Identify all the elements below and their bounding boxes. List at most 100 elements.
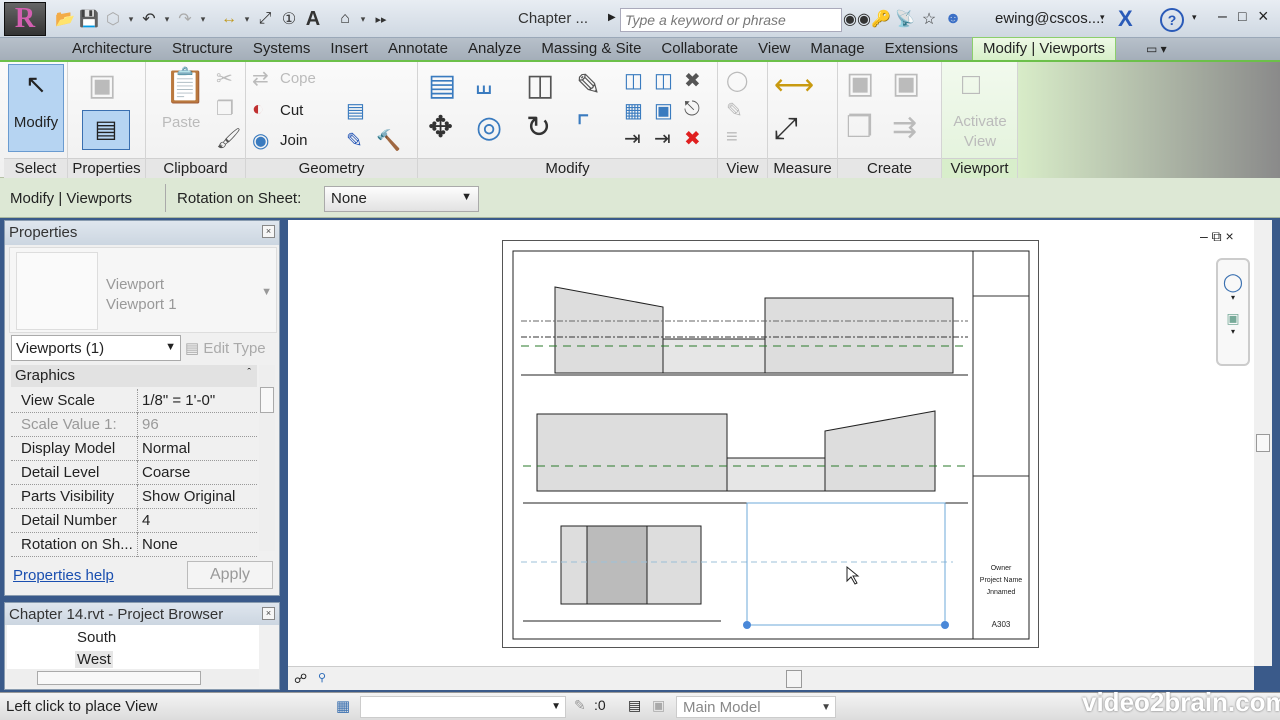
copy-element-icon[interactable]: ◎ xyxy=(476,110,502,145)
property-value[interactable]: Normal xyxy=(137,437,257,461)
rotation-on-sheet-select[interactable]: None ▼ xyxy=(324,186,479,212)
lightbulb-icon[interactable]: ◯ xyxy=(726,68,748,93)
measure-along-icon[interactable]: ⤢ xyxy=(774,112,798,146)
type-properties-icon[interactable]: ▣ xyxy=(88,68,116,103)
align-icon[interactable]: ▤ xyxy=(428,68,456,103)
binoculars-icon[interactable]: ◉◉ xyxy=(843,8,871,30)
measure-distance-icon[interactable]: ⟷ xyxy=(774,68,814,101)
user-account[interactable]: ewing@cscos.... xyxy=(995,10,1104,27)
3d-view-icon[interactable]: ⌂ xyxy=(334,8,356,30)
zoom-region-icon[interactable]: ▣ xyxy=(1218,310,1248,327)
property-value[interactable]: 96 xyxy=(137,413,257,437)
tab-systems[interactable]: Systems xyxy=(243,38,321,60)
view-minimize-icon[interactable]: – ⧉ × xyxy=(1200,228,1234,245)
help-icon[interactable]: ? xyxy=(1160,8,1184,32)
instance-filter-select[interactable]: Viewports (1) ▼ xyxy=(11,335,181,361)
property-row[interactable]: Detail Number 4 xyxy=(11,509,257,533)
scroll-thumb[interactable] xyxy=(1256,434,1270,452)
tree-item-west[interactable]: West xyxy=(75,651,113,668)
sync-icon[interactable]: ⬡ xyxy=(102,8,124,30)
split-gap-icon[interactable]: ◫ xyxy=(654,68,673,93)
property-row[interactable]: View Scale 1/8" = 1'-0" xyxy=(11,389,257,413)
scroll-thumb[interactable] xyxy=(37,671,201,685)
aligned-dimension-icon[interactable]: ⤢ xyxy=(254,8,276,30)
join-button[interactable]: Join xyxy=(280,132,308,149)
chevron-down-icon[interactable]: ▾ xyxy=(198,14,208,25)
close-icon[interactable]: × xyxy=(1258,6,1269,27)
trim-extend-icon[interactable]: ⌜ xyxy=(576,110,590,145)
worksets-icon[interactable]: ▦ xyxy=(336,697,350,715)
properties-scrollbar[interactable] xyxy=(259,365,275,551)
trim-multiple-icon[interactable]: ⇥ xyxy=(654,126,671,151)
design-options-icon[interactable]: ▤ xyxy=(628,697,641,714)
tab-manage[interactable]: Manage xyxy=(800,38,874,60)
scroll-thumb[interactable] xyxy=(260,387,274,413)
properties-toggle-button[interactable]: ▤ xyxy=(82,110,130,150)
lightbulb-icon[interactable]: ⚲ xyxy=(318,671,326,684)
chevron-down-icon[interactable]: ▾ xyxy=(1218,327,1248,336)
chevron-down-icon[interactable]: ▾ xyxy=(162,14,172,25)
satellite-icon[interactable]: 📡 xyxy=(894,8,916,30)
tab-architecture[interactable]: Architecture xyxy=(62,38,162,60)
type-selector[interactable]: Viewport Viewport 1 ▼ xyxy=(9,247,277,333)
create-similar-icon[interactable]: ⇉ xyxy=(892,110,917,145)
property-row[interactable]: Parts Visibility Show Original xyxy=(11,485,257,509)
chevron-down-icon[interactable]: ▾ xyxy=(358,14,368,25)
close-icon[interactable]: × xyxy=(262,225,275,238)
properties-help-link[interactable]: Properties help xyxy=(13,567,114,584)
browser-hscrollbar[interactable] xyxy=(7,669,259,687)
tab-annotate[interactable]: Annotate xyxy=(378,38,458,60)
property-row[interactable]: Detail Level Coarse xyxy=(11,461,257,485)
sheet[interactable]: Owner Project Name Jnnamed A303 xyxy=(502,240,1039,648)
measure-icon[interactable]: ↔ xyxy=(218,8,240,30)
demolish-icon[interactable]: 🔨 xyxy=(376,128,401,153)
property-value[interactable]: None xyxy=(137,533,257,557)
paste-label[interactable]: Paste xyxy=(162,114,200,131)
array-icon[interactable]: ▦ xyxy=(624,98,643,123)
apply-button[interactable]: Apply xyxy=(187,561,273,589)
tab-collaborate[interactable]: Collaborate xyxy=(651,38,748,60)
more-icon[interactable]: ▸▸ xyxy=(370,8,392,30)
property-row[interactable]: Rotation on Sh... None xyxy=(11,533,257,557)
chevron-down-icon[interactable]: ▾ xyxy=(126,14,136,25)
edit-type-button[interactable]: ▤ Edit Type xyxy=(185,339,266,357)
collapse-icon[interactable]: ˆ xyxy=(247,367,251,379)
undo-icon[interactable]: ↶ xyxy=(138,8,160,30)
ribbon-minimize-icon[interactable]: ▭ ▾ xyxy=(1146,42,1167,60)
maximize-icon[interactable]: □ xyxy=(1238,8,1246,24)
cut-geometry-icon[interactable]: ◐ xyxy=(252,98,264,121)
tab-insert[interactable]: Insert xyxy=(320,38,378,60)
tree-item-south[interactable]: South xyxy=(77,629,116,646)
create-group-icon[interactable]: ❐ xyxy=(846,110,873,145)
property-row[interactable]: Scale Value 1: 96 xyxy=(11,413,257,437)
canvas-vscrollbar[interactable] xyxy=(1254,220,1272,666)
property-value[interactable]: Coarse xyxy=(137,461,257,485)
move-icon[interactable]: ✥ xyxy=(428,110,453,145)
split-face-icon[interactable]: ▤ xyxy=(346,98,365,123)
scroll-thumb[interactable] xyxy=(786,670,802,688)
minimize-icon[interactable]: – xyxy=(1218,8,1227,26)
visual-style-icon[interactable]: ☍ xyxy=(294,671,307,687)
cope-button[interactable]: Cope xyxy=(280,70,316,87)
join-icon[interactable]: ◉ xyxy=(252,128,269,153)
close-icon[interactable]: × xyxy=(262,607,275,620)
modify-button[interactable]: ↖ Modify xyxy=(8,64,64,152)
exchange-apps-icon[interactable]: X xyxy=(1118,6,1133,32)
hide-element-icon[interactable]: ≡ xyxy=(726,126,738,149)
chevron-down-icon[interactable]: ▾ xyxy=(1192,12,1197,23)
delete-icon[interactable]: ✖ xyxy=(684,126,701,151)
tab-analyze[interactable]: Analyze xyxy=(458,38,531,60)
steering-wheel-2d-icon[interactable]: ◯ xyxy=(1218,272,1248,293)
mirror-draw-axis-icon[interactable]: ✎ xyxy=(576,68,601,103)
tab-modify-viewports[interactable]: Modify | Viewports xyxy=(971,37,1116,60)
rotate-icon[interactable]: ↻ xyxy=(526,110,551,145)
property-row[interactable]: Display Model Normal xyxy=(11,437,257,461)
create-assembly-icon[interactable]: ▣ xyxy=(846,66,874,101)
linework-icon[interactable]: ✎ xyxy=(726,98,743,123)
scale-icon[interactable]: ▣ xyxy=(654,98,673,123)
paste-icon[interactable]: 📋 xyxy=(164,66,206,106)
chevron-down-icon[interactable]: ▾ xyxy=(242,14,252,25)
unpin-icon[interactable]: ✖ xyxy=(684,68,701,93)
paint-icon[interactable]: ✎ xyxy=(346,128,363,153)
chevron-down-icon[interactable]: ▾ xyxy=(1218,293,1248,302)
